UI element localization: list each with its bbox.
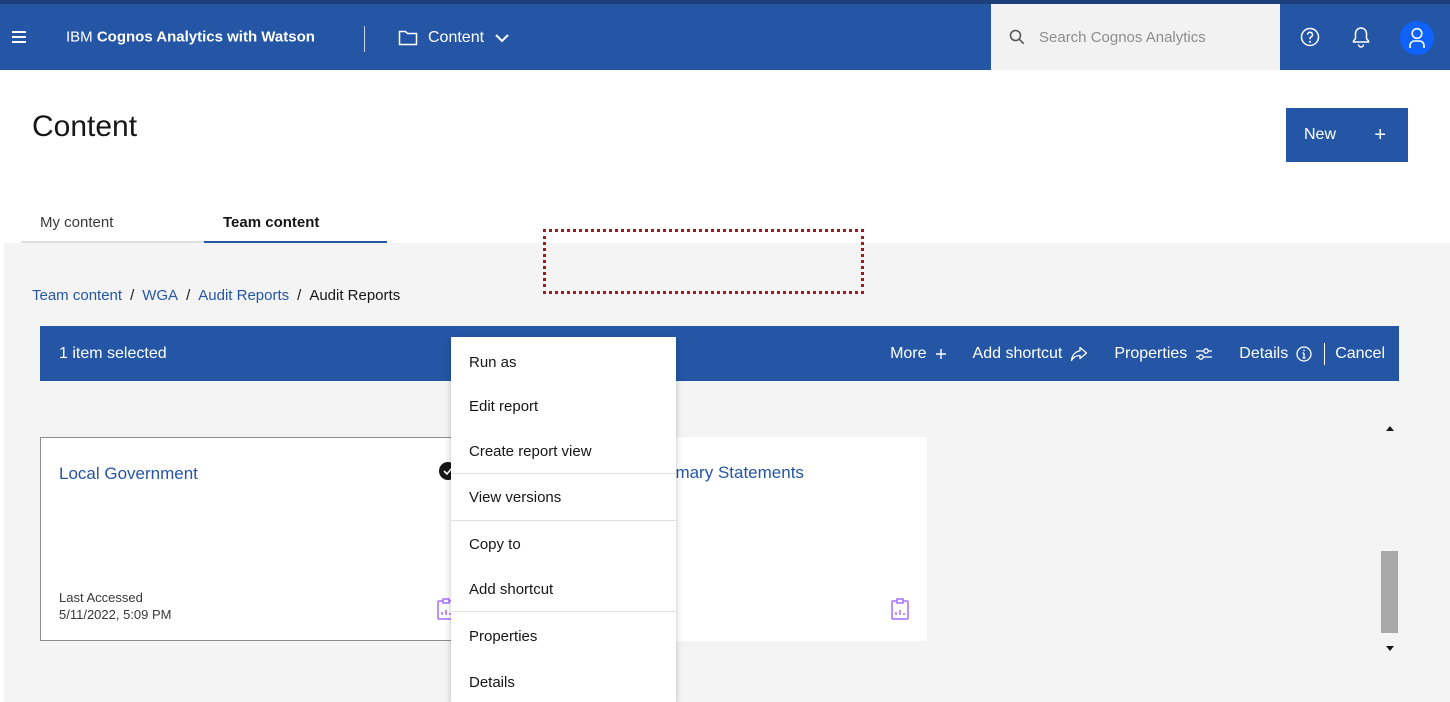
add-shortcut-label: Add shortcut <box>972 344 1063 362</box>
app-title[interactable]: IBM Cognos Analytics with Watson <box>66 29 315 46</box>
app-header: IBM Cognos Analytics with Watson Content <box>0 4 1450 70</box>
details-label: Details <box>1239 344 1289 362</box>
plus-icon: + <box>1374 123 1386 146</box>
help-icon[interactable] <box>1294 21 1326 53</box>
menu-item-details[interactable]: Details <box>451 659 676 702</box>
last-accessed: Last Accessed 5/11/2022, 5:09 PM <box>59 589 172 623</box>
breadcrumb-audit-reports[interactable]: Audit Reports <box>198 287 289 304</box>
context-menu: Run as Edit report Create report view Vi… <box>451 337 676 702</box>
folder-icon <box>398 30 418 46</box>
chevron-down-icon <box>495 34 509 43</box>
notification-bell-icon[interactable] <box>1345 21 1377 53</box>
header-divider <box>364 26 365 52</box>
scroll-up-arrow-icon[interactable] <box>1386 426 1394 431</box>
card-title[interactable]: rimary Statements <box>666 463 804 483</box>
add-shortcut-button[interactable]: Add shortcut <box>973 345 1089 363</box>
report-card[interactable]: Local Government Last Accessed 5/11/2022… <box>40 437 460 641</box>
breadcrumb-current: Audit Reports <box>309 287 401 304</box>
vertical-scrollbar[interactable] <box>1381 418 1398 658</box>
menu-item-create-report-view[interactable]: Create report view <box>451 428 676 474</box>
page-title: Content <box>32 110 138 143</box>
app-title-product: Cognos Analytics with Watson <box>96 28 315 46</box>
last-accessed-value: 5/11/2022, 5:09 PM <box>59 607 172 622</box>
properties-button[interactable]: Properties <box>1114 345 1213 363</box>
last-accessed-label: Last Accessed <box>59 590 143 605</box>
shortcut-arrow-icon <box>1071 346 1088 361</box>
menu-item-edit-report[interactable]: Edit report <box>451 383 676 429</box>
new-button-label: New <box>1304 126 1337 143</box>
breadcrumb-separator: / <box>130 287 135 304</box>
selection-action-bar: 1 item selected More Add shortcut Proper… <box>40 326 1399 381</box>
tab-team-content[interactable]: Team content <box>204 203 387 243</box>
breadcrumb: Team content / WGA / Audit Reports / Aud… <box>32 287 400 304</box>
plus-icon <box>935 348 946 359</box>
menu-item-view-versions[interactable]: View versions <box>451 474 676 520</box>
action-divider <box>1324 342 1326 365</box>
breadcrumb-team-content[interactable]: Team content <box>32 287 122 304</box>
report-card[interactable]: rimary Statements <box>666 437 927 641</box>
properties-label: Properties <box>1114 344 1188 362</box>
menu-item-run-as[interactable]: Run as <box>451 339 676 385</box>
content-tabs: My content Team content <box>21 203 387 243</box>
content-switcher-label: Content <box>428 29 485 46</box>
scroll-down-arrow-icon[interactable] <box>1386 646 1394 651</box>
cancel-button[interactable]: Cancel <box>1335 345 1385 363</box>
menu-item-copy-to[interactable]: Copy to <box>451 521 676 567</box>
menu-item-add-shortcut[interactable]: Add shortcut <box>451 566 676 612</box>
breadcrumb-separator: / <box>186 287 191 304</box>
details-button[interactable]: Details <box>1239 345 1312 363</box>
card-title[interactable]: Local Government <box>59 464 198 484</box>
more-button[interactable]: More <box>890 345 946 363</box>
app-title-prefix: IBM <box>66 28 97 46</box>
search-input[interactable] <box>1039 28 1259 46</box>
user-avatar-icon[interactable] <box>1400 21 1434 55</box>
action-buttons: More Add shortcut Properties Details Can… <box>864 326 1385 381</box>
report-icon <box>891 598 909 620</box>
new-button[interactable]: New + <box>1286 108 1408 162</box>
search-icon <box>1009 29 1025 45</box>
sliders-icon <box>1196 347 1213 360</box>
menu-item-properties[interactable]: Properties <box>451 613 676 659</box>
search-box[interactable] <box>991 4 1280 70</box>
annotation-highlight-box <box>543 229 864 294</box>
more-label: More <box>890 344 927 362</box>
info-icon <box>1296 345 1312 362</box>
breadcrumb-wga[interactable]: WGA <box>142 287 178 304</box>
breadcrumb-separator: / <box>297 287 302 304</box>
hamburger-menu-icon[interactable] <box>6 24 32 50</box>
selected-count: 1 item selected <box>59 345 167 362</box>
tab-my-content[interactable]: My content <box>21 203 204 243</box>
menu-divider <box>451 611 676 612</box>
scroll-thumb[interactable] <box>1381 551 1398 633</box>
content-switcher[interactable]: Content <box>398 24 510 52</box>
